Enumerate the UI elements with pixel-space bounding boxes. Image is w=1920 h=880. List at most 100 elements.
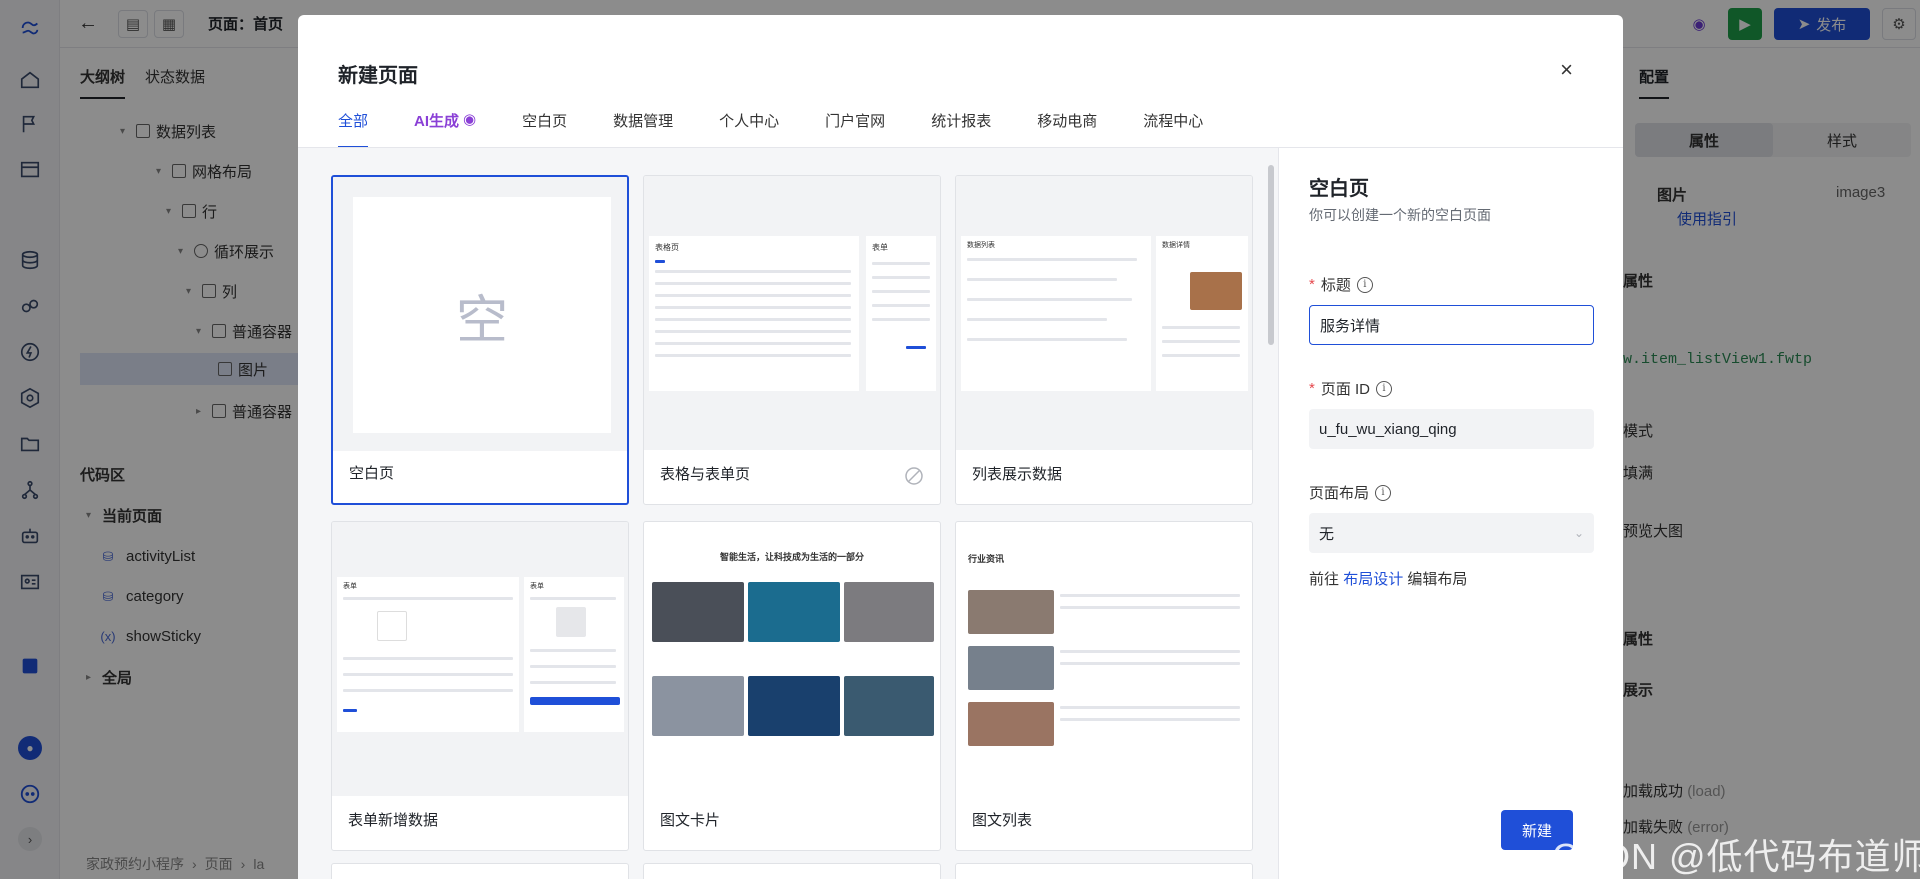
page-id-field-label: *页面 IDi	[1309, 378, 1392, 399]
thumb-form-left: 表单	[337, 577, 519, 732]
info-icon[interactable]: i	[1357, 277, 1373, 293]
thumb-line	[655, 354, 851, 357]
link-prefix: 前往	[1309, 571, 1339, 588]
tab-blank[interactable]: 空白页	[522, 110, 567, 148]
thumb-list-panel: 数据列表	[961, 236, 1151, 391]
thumb-image	[748, 582, 840, 642]
thumb-line	[1162, 326, 1240, 329]
thumb-line	[872, 262, 930, 265]
thumb-line	[1060, 706, 1240, 709]
template-card-image-text-list[interactable]: 行业资讯 图文列表	[955, 521, 1253, 851]
card-thumbnail: 表格页 表单	[644, 176, 940, 450]
template-form-pane: 空白页 你可以创建一个新的空白页面 *标题i 服务详情 *页面 IDi u_fu…	[1278, 148, 1623, 879]
watermark: CSDN @低代码布道师	[1552, 828, 1920, 880]
thumb-line	[872, 276, 930, 279]
thumb-line	[967, 278, 1117, 281]
grid-scrollbar[interactable]	[1268, 165, 1274, 345]
category-tabs: 全部 AI生成◉ 空白页 数据管理 个人中心 门户官网 统计报表 移动电商 流程…	[338, 110, 1249, 148]
template-card-blank[interactable]: 空 空白页	[331, 175, 629, 505]
card-label: 表单新增数据	[348, 809, 438, 830]
tab-portal[interactable]: 门户官网	[825, 110, 885, 148]
card-label: 图文列表	[972, 809, 1032, 830]
template-card-partial[interactable]	[643, 863, 941, 879]
thumb-news-title: 行业资讯	[968, 552, 1004, 565]
thumb-image	[844, 676, 934, 736]
template-grid: 空 空白页 表格页	[298, 148, 1278, 879]
tab-workflow[interactable]: 流程中心	[1143, 110, 1203, 148]
template-card-table-form[interactable]: 表格页 表单	[643, 175, 941, 505]
card-thumbnail: 行业资讯	[956, 542, 1252, 796]
layout-select[interactable]: 无⌄	[1309, 513, 1594, 553]
link-suffix: 编辑布局	[1407, 571, 1467, 588]
template-card-partial[interactable]	[331, 863, 629, 879]
required-mark: *	[1309, 380, 1315, 397]
card-label: 空白页	[349, 462, 394, 483]
card-thumbnail: 数据列表 数据详情	[956, 176, 1252, 450]
thumb-line	[343, 657, 513, 660]
thumb-upload	[556, 607, 586, 637]
thumb-form-title: 表单	[872, 242, 888, 253]
thumb-line	[967, 338, 1127, 341]
thumb-line	[1060, 594, 1240, 597]
thumb-line	[967, 298, 1132, 301]
thumb-line	[1060, 718, 1240, 721]
info-icon[interactable]: i	[1375, 485, 1391, 501]
tab-reports[interactable]: 统计报表	[931, 110, 991, 148]
hidden-eye-icon[interactable]	[904, 466, 924, 486]
thumb-list-title: 数据列表	[967, 240, 995, 250]
thumb-image	[652, 582, 744, 642]
thumb-form-title: 表单	[343, 581, 357, 591]
template-card-list-display[interactable]: 数据列表 数据详情 列表展示数据	[955, 175, 1253, 505]
thumb-table-panel: 表格页	[649, 236, 859, 391]
tab-all[interactable]: 全部	[338, 110, 368, 148]
title-label-text: 标题	[1321, 274, 1351, 295]
thumb-table-title: 表格页	[655, 242, 679, 253]
tab-data-management[interactable]: 数据管理	[613, 110, 673, 148]
thumb-image	[968, 702, 1054, 746]
info-icon[interactable]: i	[1376, 381, 1392, 397]
thumb-line	[967, 318, 1107, 321]
thumb-line	[655, 294, 851, 297]
thumb-line	[530, 681, 616, 684]
thumb-line	[655, 260, 665, 263]
thumb-line	[1060, 662, 1240, 665]
thumb-image	[968, 646, 1054, 690]
page-id-input[interactable]: u_fu_wu_xiang_qing	[1309, 409, 1594, 449]
layout-label-text: 页面布局	[1309, 482, 1369, 503]
chevron-down-icon: ⌄	[1574, 526, 1584, 540]
tab-mobile-ecommerce[interactable]: 移动电商	[1037, 110, 1097, 148]
thumb-line	[530, 597, 616, 600]
card-thumbnail: 空	[333, 177, 627, 451]
thumb-line	[655, 318, 851, 321]
layout-link-line: 前往 布局设计 编辑布局	[1309, 568, 1467, 589]
thumb-image	[748, 676, 840, 736]
layout-design-link[interactable]: 布局设计	[1343, 571, 1403, 588]
template-card-image-text-cards[interactable]: 智能生活，让科技成为生活的一部分 图文卡片	[643, 521, 941, 851]
thumb-line	[967, 258, 1137, 261]
thumb-line	[872, 290, 930, 293]
thumb-line	[655, 342, 851, 345]
ai-robot-icon: ◉	[463, 110, 476, 128]
new-page-dialog: 新建页面 × 全部 AI生成◉ 空白页 数据管理 个人中心 门户官网 统计报表 …	[298, 15, 1623, 879]
thumb-form-title: 表单	[530, 581, 544, 591]
close-icon[interactable]: ×	[1560, 59, 1573, 81]
card-label: 表格与表单页	[660, 463, 750, 484]
tab-ai-generate[interactable]: AI生成◉	[414, 110, 476, 148]
thumb-line	[655, 330, 851, 333]
thumb-line	[343, 597, 513, 600]
thumb-line	[1162, 340, 1240, 343]
thumb-line	[343, 709, 357, 712]
thumb-submit	[530, 697, 620, 705]
thumb-line	[872, 318, 930, 321]
thumb-hero-title: 智能生活，让科技成为生活的一部分	[644, 550, 940, 563]
tab-personal-center[interactable]: 个人中心	[719, 110, 779, 148]
thumb-line	[906, 346, 926, 349]
template-card-partial[interactable]	[955, 863, 1253, 879]
thumb-detail-title: 数据详情	[1162, 240, 1190, 250]
title-input[interactable]: 服务详情	[1309, 305, 1594, 345]
thumb-line	[343, 689, 513, 692]
thumb-image	[968, 590, 1054, 634]
thumb-line	[1060, 650, 1240, 653]
template-card-form-add[interactable]: 表单 表单	[331, 521, 629, 851]
card-thumbnail: 表单 表单	[332, 522, 628, 796]
